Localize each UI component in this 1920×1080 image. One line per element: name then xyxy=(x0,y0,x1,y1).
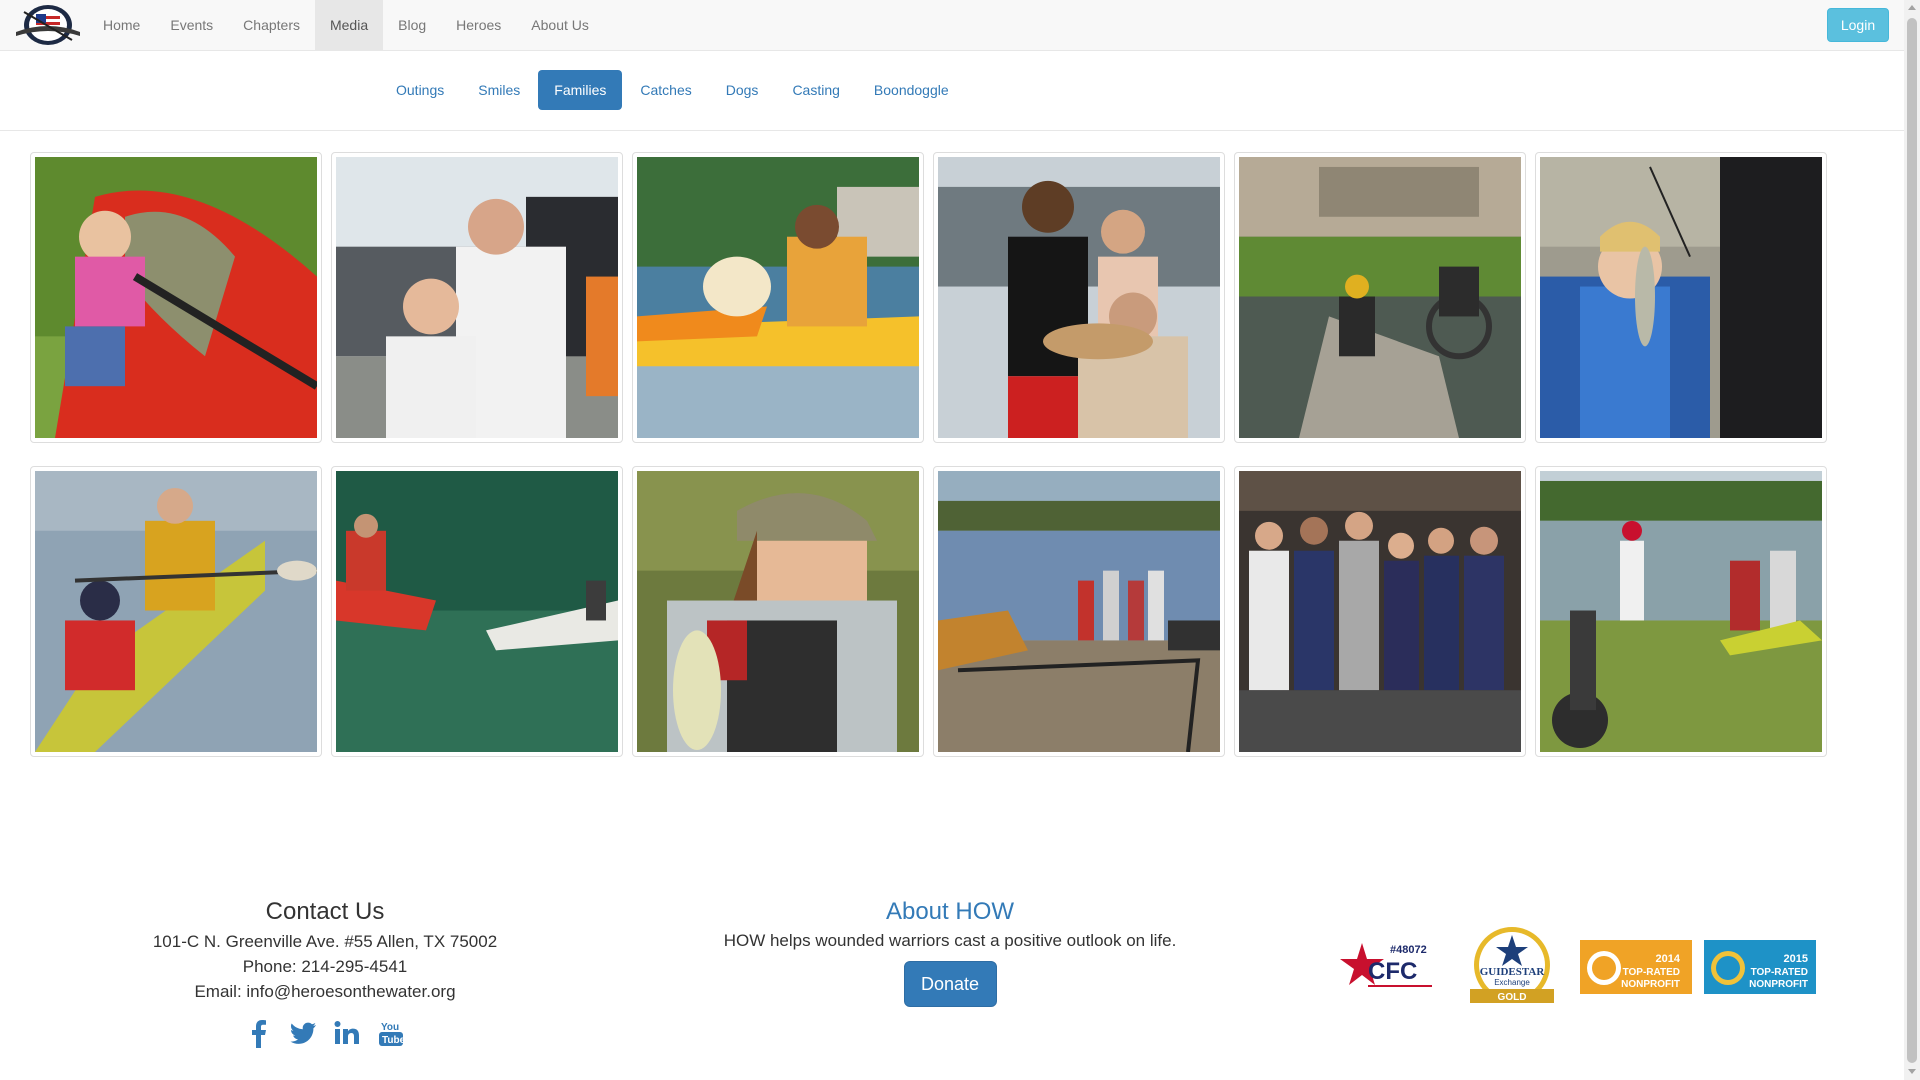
contact-address: 101-C N. Greenville Ave. #55 Allen, TX 7… xyxy=(152,932,498,951)
tab-casting[interactable]: Casting xyxy=(776,70,855,110)
scroll-down-icon[interactable] xyxy=(1908,1069,1916,1074)
tab-catches[interactable]: Catches xyxy=(624,70,707,110)
nav-about-us[interactable]: About Us xyxy=(516,0,604,50)
nav-heroes[interactable]: Heroes xyxy=(441,0,516,50)
photo-man-and-boy-by-trailer xyxy=(336,157,618,438)
gallery-thumbnail[interactable] xyxy=(331,152,623,443)
social-links: You Tube xyxy=(110,1018,540,1048)
svg-text:Tube: Tube xyxy=(382,1035,406,1046)
tab-dogs[interactable]: Dogs xyxy=(710,70,775,110)
gallery-thumbnail[interactable] xyxy=(331,466,623,757)
photo-kayakers-on-green-water xyxy=(336,471,618,752)
tab-families[interactable]: Families xyxy=(538,70,623,110)
gallery-thumbnail[interactable] xyxy=(632,152,924,443)
top-navbar: Home Events Chapters Media Blog Heroes A… xyxy=(0,0,1904,51)
guidestar-line3: GOLD xyxy=(1498,992,1527,1003)
gallery-thumbnail[interactable] xyxy=(1535,152,1827,443)
scrollbar-thumb[interactable] xyxy=(1907,18,1917,1063)
tab-smiles[interactable]: Smiles xyxy=(462,70,536,110)
nav-media[interactable]: Media xyxy=(314,0,384,50)
photo-group-at-lake-shore xyxy=(938,471,1220,752)
gnp-2014-line2: NONPROFIT xyxy=(1621,979,1680,990)
photo-child-in-red-kayak xyxy=(35,157,317,438)
photo-group-photo-indoors xyxy=(1239,471,1521,752)
gnp-2015-line2: NONPROFIT xyxy=(1749,979,1808,990)
cfc-badge[interactable]: #48072 CFC xyxy=(1340,937,1444,1002)
guidestar-gold-badge[interactable]: GUIDESTAR Exchange GOLD xyxy=(1456,925,1568,1014)
photo-dog-and-man-in-yellow-kayak xyxy=(637,157,919,438)
contact-section: Contact Us 101-C N. Greenville Ave. #55 … xyxy=(110,895,540,1048)
media-category-nav: Outings Smiles Families Catches Dogs Cas… xyxy=(0,51,1904,131)
badges-row: #48072 CFC GUIDESTAR Exchange GOLD 2014 xyxy=(1340,925,1828,1014)
contact-title: Contact Us xyxy=(265,898,385,925)
gallery-thumbnail[interactable] xyxy=(632,466,924,757)
photo-family-holding-fish xyxy=(938,157,1220,438)
photo-fishing-by-river-bridge xyxy=(1239,157,1521,438)
gallery-thumbnail[interactable] xyxy=(1234,466,1526,757)
gnp-2015-year: 2015 xyxy=(1784,953,1808,965)
gnp-2014-year: 2014 xyxy=(1656,953,1681,965)
gallery-thumbnail[interactable] xyxy=(30,466,322,757)
about-title[interactable]: About HOW xyxy=(650,895,1250,929)
svg-text:You: You xyxy=(381,1022,399,1033)
youtube-icon[interactable]: You Tube xyxy=(376,1018,406,1048)
site-footer: Contact Us 101-C N. Greenville Ave. #55 … xyxy=(0,895,1904,1080)
photo-adult-and-child-kayaking xyxy=(35,471,317,752)
gallery-thumbnail[interactable] xyxy=(933,152,1225,443)
gnp-2015-line1: TOP-RATED xyxy=(1751,967,1808,978)
linkedin-icon[interactable] xyxy=(332,1018,362,1048)
about-text: HOW helps wounded warriors cast a positi… xyxy=(723,931,1177,950)
contact-phone: Phone: 214-295-4541 xyxy=(242,957,408,976)
great-nonprofits-2015-badge[interactable]: 2015 TOP-RATED NONPROFIT xyxy=(1704,940,1816,999)
cfc-label: CFC xyxy=(1368,958,1417,985)
gallery-thumbnail[interactable] xyxy=(1535,466,1827,757)
donate-button[interactable]: Donate xyxy=(903,961,997,1007)
login-button[interactable]: Login xyxy=(1827,8,1889,42)
nav-events[interactable]: Events xyxy=(155,0,228,50)
guidestar-line2: Exchange xyxy=(1494,978,1530,987)
great-nonprofits-2014-badge[interactable]: 2014 TOP-RATED NONPROFIT xyxy=(1580,940,1692,999)
contact-email: Email: info@heroesonthewater.org xyxy=(194,982,456,1001)
heroes-on-the-water-logo[interactable] xyxy=(14,2,82,48)
photo-family-at-pond xyxy=(1540,471,1822,752)
gnp-2014-line1: TOP-RATED xyxy=(1623,967,1680,978)
gallery-thumbnail[interactable] xyxy=(1234,152,1526,443)
gallery-thumbnail[interactable] xyxy=(933,466,1225,757)
vertical-scrollbar[interactable] xyxy=(1904,0,1920,1080)
gallery-thumbnail[interactable] xyxy=(30,152,322,443)
guidestar-line1: GUIDESTAR xyxy=(1480,966,1546,978)
scroll-up-icon[interactable] xyxy=(1908,5,1916,10)
cfc-number: #48072 xyxy=(1390,944,1427,956)
main-nav: Home Events Chapters Media Blog Heroes A… xyxy=(88,0,604,50)
nav-home[interactable]: Home xyxy=(88,0,155,50)
about-section: About HOW HOW helps wounded warriors cas… xyxy=(650,895,1250,1007)
twitter-icon[interactable] xyxy=(288,1018,318,1048)
photo-boy-holding-fish xyxy=(1540,157,1822,438)
nav-blog[interactable]: Blog xyxy=(383,0,441,50)
facebook-icon[interactable] xyxy=(244,1018,274,1048)
tab-outings[interactable]: Outings xyxy=(380,70,460,110)
tab-boondoggle[interactable]: Boondoggle xyxy=(858,70,965,110)
photo-gallery xyxy=(30,152,1830,757)
photo-kid-with-fish-in-camo-cap xyxy=(637,471,919,752)
nav-chapters[interactable]: Chapters xyxy=(228,0,315,50)
